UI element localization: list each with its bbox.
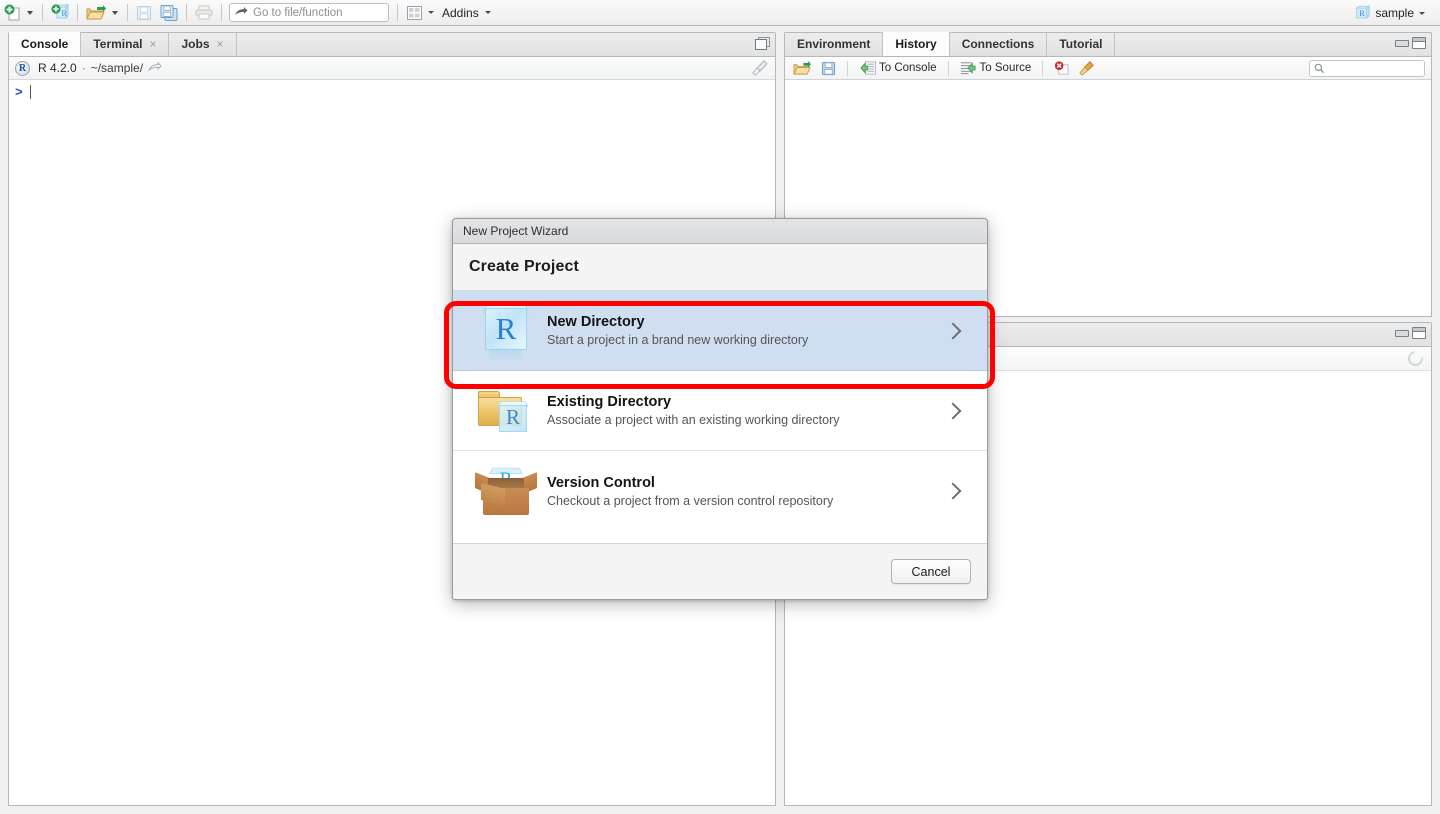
dialog-heading: Create Project [469, 258, 579, 275]
open-box-r-cube-icon: R [475, 464, 537, 518]
chevron-right-icon [944, 482, 962, 500]
folder-r-cube-icon: R [476, 385, 536, 437]
option-title: New Directory [547, 314, 645, 330]
project-type-list: R New Directory Start a project in a bra… [453, 291, 987, 543]
option-icon-wrap: R [473, 385, 539, 437]
dialog-footer: Cancel [453, 543, 987, 599]
dialog-header: Create Project [453, 244, 987, 291]
chevron-right-icon [944, 322, 962, 339]
new-project-wizard-dialog: New Project Wizard Create Project R New … [452, 218, 988, 600]
dialog-window-title: New Project Wizard [463, 224, 569, 238]
chevron-right-icon [944, 402, 962, 419]
cancel-button[interactable]: Cancel [891, 559, 971, 584]
dialog-titlebar: New Project Wizard [453, 219, 987, 244]
option-text: Version Control Checkout a project from … [539, 475, 947, 508]
option-subtitle: Associate a project with an existing wor… [547, 413, 840, 427]
dialog-overlay: New Project Wizard Create Project R New … [0, 0, 1440, 814]
option-version-control[interactable]: R Version Control Checkout a project fro… [453, 451, 987, 531]
r-cube-icon: R [478, 303, 534, 361]
option-existing-directory[interactable]: R Existing Directory Associate a project… [453, 371, 987, 451]
option-title: Version Control [547, 474, 655, 491]
option-title: Existing Directory [547, 394, 672, 410]
option-text: Existing Directory Associate a project w… [539, 394, 947, 427]
option-subtitle: Checkout a project from a version contro… [547, 493, 834, 508]
option-icon-wrap: R [473, 464, 539, 518]
option-subtitle: Start a project in a brand new working d… [547, 333, 809, 347]
option-text: New Directory Start a project in a brand… [539, 314, 947, 347]
option-new-directory[interactable]: R New Directory Start a project in a bra… [453, 291, 987, 371]
option-icon-wrap: R [473, 303, 539, 361]
